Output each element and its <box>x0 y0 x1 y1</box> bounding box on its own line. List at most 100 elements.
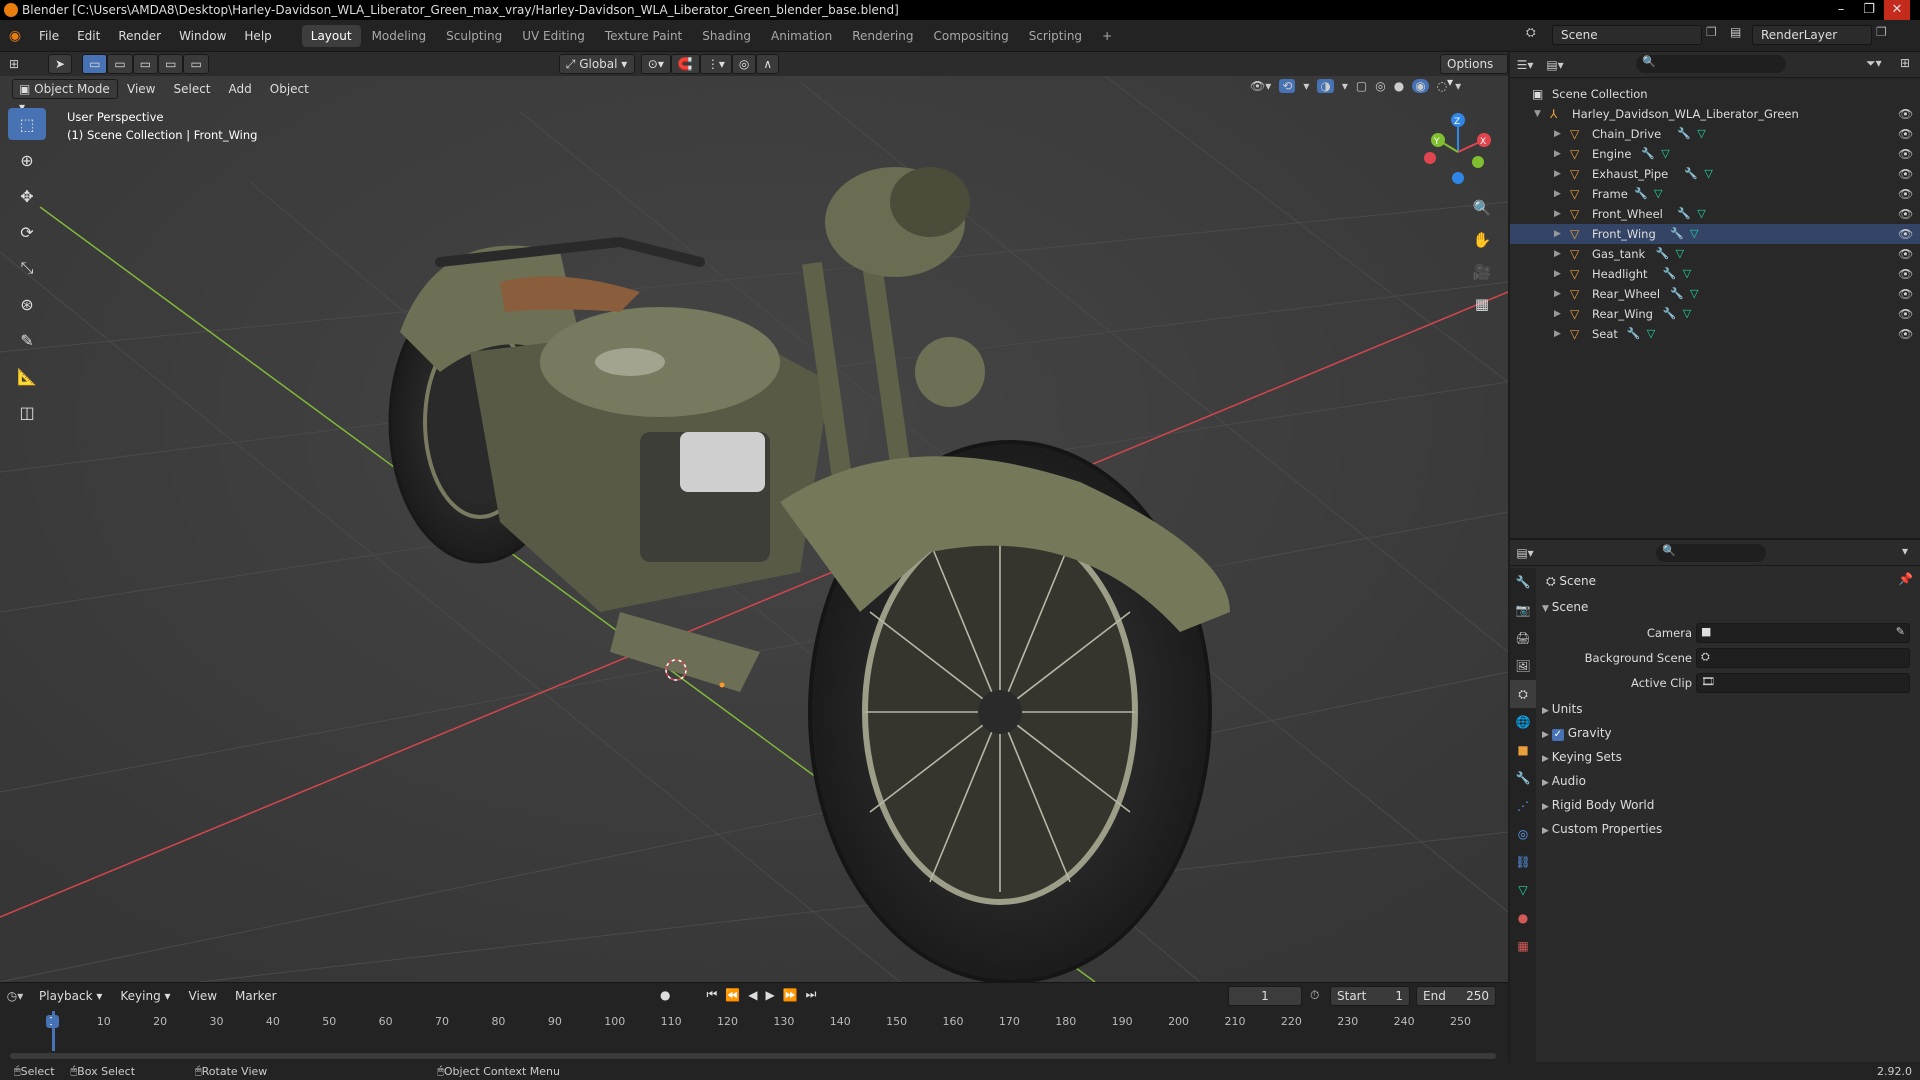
menu-help[interactable]: Help <box>235 20 280 52</box>
visibility-eye-icon[interactable]: 👁 <box>1898 244 1913 264</box>
menu-window[interactable]: Window <box>170 20 235 52</box>
section-keying-sets[interactable]: ▶ Keying Sets <box>1542 746 1622 768</box>
particles-tab-icon[interactable]: ⋰ <box>1510 792 1536 820</box>
visibility-eye-icon[interactable]: 👁 <box>1898 304 1913 324</box>
visibility-eye-icon[interactable]: 👁 <box>1898 164 1913 184</box>
menu-file[interactable]: File <box>30 20 68 52</box>
wireframe-shading-icon[interactable]: ◎ <box>1375 79 1385 93</box>
modifier-wrench-icon[interactable]: 🔧 <box>1634 184 1648 204</box>
active-clip-field[interactable]: 🎞 <box>1696 673 1910 693</box>
tab-sculpting[interactable]: Sculpting <box>437 25 511 47</box>
outliner-row-chain_drive[interactable]: ▶ ▽ Chain_Drive 🔧 ▽ 👁 <box>1510 124 1920 144</box>
xray-icon[interactable]: ▢ <box>1356 79 1367 93</box>
tab-texture-paint[interactable]: Texture Paint <box>596 25 691 47</box>
maximize-button[interactable]: ❐ <box>1856 0 1882 20</box>
outliner-row-front_wheel[interactable]: ▶ ▽ Front_Wheel 🔧 ▽ 👁 <box>1510 204 1920 224</box>
timeline-ruler[interactable]: 1102030405060708090100110120130140150160… <box>0 983 1508 1063</box>
display-mode-icon[interactable]: ▤▾ <box>1540 58 1570 72</box>
menu-render[interactable]: Render <box>109 20 170 52</box>
mesh-data-icon[interactable]: ▽ <box>1697 204 1705 224</box>
3d-viewport[interactable]: Z X Y ⊞ ➤ ▭ ▭ ▭ ▭ ▭ ⤢ Global ▾ ⊙▾ 🧲 ⋮▾ ◎… <box>0 52 1508 982</box>
modifier-wrench-icon[interactable]: 🔧 <box>1677 124 1691 144</box>
object-tab-icon[interactable]: ■ <box>1510 736 1536 764</box>
outliner-row-exhaust_pipe[interactable]: ▶ ▽ Exhaust_Pipe 🔧 ▽ 👁 <box>1510 164 1920 184</box>
output-tab-icon[interactable]: 🖨 <box>1510 624 1536 652</box>
tab-scripting[interactable]: Scripting <box>1020 25 1091 47</box>
expand-arrow-icon[interactable]: ▶ <box>1554 244 1561 264</box>
world-tab-icon[interactable]: 🌐 <box>1510 708 1536 736</box>
expand-arrow-icon[interactable]: ▶ <box>1554 144 1561 164</box>
viewport-menu-add[interactable]: Add <box>220 76 261 102</box>
annotate-tool-icon[interactable]: ✎ <box>8 324 46 356</box>
outliner-row-rear_wing[interactable]: ▶ ▽ Rear_Wing 🔧 ▽ 👁 <box>1510 304 1920 324</box>
editor-type-icon[interactable]: ⊞ <box>0 57 28 71</box>
viewport-menu-object[interactable]: Object <box>261 76 318 102</box>
transform-tool-icon[interactable]: ⊛ <box>8 288 46 320</box>
section-rigid-body-world[interactable]: ▶ Rigid Body World <box>1542 794 1654 816</box>
mesh-data-icon[interactable]: ▽ <box>1683 264 1691 284</box>
snap-target-icon[interactable]: ⋮▾ <box>699 54 732 74</box>
scene-selector[interactable]: Scene <box>1552 25 1702 45</box>
select-mode-intersect-icon[interactable]: ▭ <box>183 54 209 74</box>
modifier-wrench-icon[interactable]: 🔧 <box>1663 264 1677 284</box>
outliner-row-scene-collection[interactable]: ▣ Scene Collection <box>1510 84 1920 104</box>
modifier-wrench-icon[interactable]: 🔧 <box>1670 224 1684 244</box>
section-custom-properties[interactable]: ▶ Custom Properties <box>1542 818 1662 840</box>
rendered-shading-icon[interactable]: ◌ <box>1437 79 1447 93</box>
expand-arrow-icon[interactable]: ▶ <box>1554 324 1561 344</box>
modifier-wrench-icon[interactable]: 🔧 <box>1670 284 1684 304</box>
scene-panel-header[interactable]: ▼ Scene <box>1542 596 1588 618</box>
properties-options-icon[interactable]: ▾ <box>1902 544 1908 558</box>
expand-arrow-icon[interactable]: ▶ <box>1554 224 1561 244</box>
modifier-tab-icon[interactable]: 🔧 <box>1510 764 1536 792</box>
outliner-row-headlight[interactable]: ▶ ▽ Headlight 🔧 ▽ 👁 <box>1510 264 1920 284</box>
measure-tool-icon[interactable]: 📐 <box>8 360 46 392</box>
visibility-eye-icon[interactable]: 👁 <box>1898 204 1913 224</box>
select-mode-extend-icon[interactable]: ▭ <box>107 54 133 74</box>
expand-arrow-icon[interactable]: ▼ <box>1534 104 1541 124</box>
ortho-grid-icon[interactable]: ▦ <box>1468 288 1496 320</box>
minimize-button[interactable]: – <box>1828 0 1854 20</box>
eyedropper-icon[interactable]: ✎ <box>1896 625 1905 638</box>
add-workspace-button[interactable]: + <box>1093 25 1121 47</box>
material-tab-icon[interactable]: ● <box>1510 904 1536 932</box>
tab-modeling[interactable]: Modeling <box>363 25 436 47</box>
modifier-wrench-icon[interactable]: 🔧 <box>1627 324 1641 344</box>
visibility-eye-icon[interactable]: 👁 <box>1898 104 1913 124</box>
mesh-data-icon[interactable]: ▽ <box>1690 284 1698 304</box>
add-cube-tool-icon[interactable]: ◫ <box>8 396 46 428</box>
tab-animation[interactable]: Animation <box>762 25 841 47</box>
expand-arrow-icon[interactable]: ▶ <box>1554 184 1561 204</box>
cursor-tool-icon[interactable]: ⊕ <box>8 144 46 176</box>
blender-menu-icon[interactable]: ◉ <box>0 28 30 44</box>
view-layer-selector[interactable]: RenderLayer <box>1752 25 1872 45</box>
outliner-row-seat[interactable]: ▶ ▽ Seat 🔧 ▽ 👁 <box>1510 324 1920 344</box>
gizmo-toggle-icon[interactable]: ⟲ <box>1279 79 1296 93</box>
mesh-data-icon[interactable]: ▽ <box>1704 164 1712 184</box>
mesh-data-icon[interactable]: ▽ <box>1697 124 1705 144</box>
orientation-dropdown[interactable]: ⤢ Global ▾ <box>558 54 635 74</box>
scene-tab-icon[interactable]: ⛭ <box>1510 680 1536 708</box>
modifier-wrench-icon[interactable]: 🔧 <box>1677 204 1691 224</box>
new-collection-icon[interactable]: ⊞ <box>1900 56 1910 70</box>
viewport-menu-select[interactable]: Select <box>164 76 219 102</box>
modifier-wrench-icon[interactable]: 🔧 <box>1641 144 1655 164</box>
modifier-wrench-icon[interactable]: 🔧 <box>1663 304 1677 324</box>
proportional-edit-icon[interactable]: ◎ <box>731 54 757 74</box>
timeline-scrollbar[interactable] <box>10 1053 1496 1059</box>
expand-arrow-icon[interactable]: ▶ <box>1554 124 1561 144</box>
solid-shading-icon[interactable]: ● <box>1394 79 1404 93</box>
visibility-eye-icon[interactable]: 👁 <box>1898 124 1913 144</box>
tab-compositing[interactable]: Compositing <box>924 25 1017 47</box>
outliner-row-frame[interactable]: ▶ ▽ Frame 🔧 ▽ 👁 <box>1510 184 1920 204</box>
scale-tool-icon[interactable]: ⤡ <box>8 252 46 284</box>
select-mode-invert-icon[interactable]: ▭ <box>158 54 184 74</box>
overlay-dropdown-icon[interactable]: ▾ <box>1342 79 1348 93</box>
visibility-eye-icon[interactable]: 👁 <box>1898 144 1913 164</box>
section-gravity[interactable]: ▶ ✓ Gravity <box>1542 722 1612 744</box>
mesh-data-icon[interactable]: ▽ <box>1676 244 1684 264</box>
mesh-data-icon[interactable]: ▽ <box>1647 324 1655 344</box>
tab-rendering[interactable]: Rendering <box>843 25 922 47</box>
mesh-data-icon[interactable]: ▽ <box>1661 144 1669 164</box>
physics-tab-icon[interactable]: ◎ <box>1510 820 1536 848</box>
